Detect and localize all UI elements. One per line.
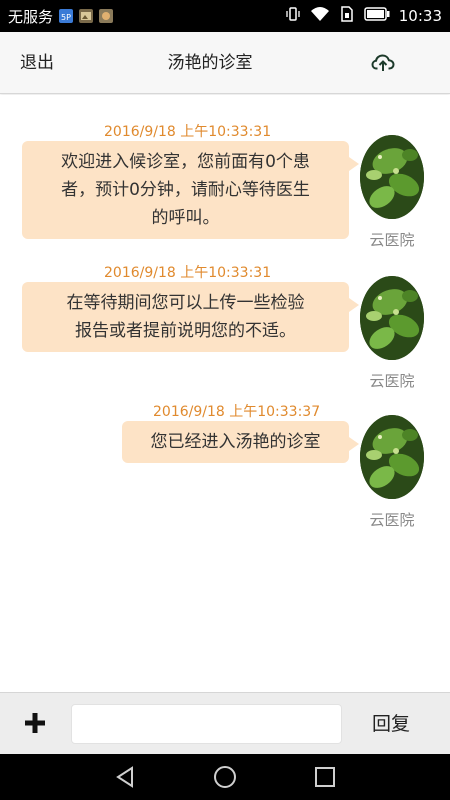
status-right: 10:33	[285, 6, 442, 26]
battery-icon	[364, 7, 390, 25]
avatar[interactable]	[360, 415, 424, 499]
message-line: 报告或者提前说明您的不适。	[75, 321, 296, 341]
image-notification-icon	[79, 9, 94, 23]
message-line: 您已经进入汤艳的诊室	[150, 432, 321, 452]
sim-icon	[339, 6, 355, 26]
message-timestamp: 2016/9/18 上午10:33:31	[104, 124, 272, 140]
navigation-bar	[0, 754, 450, 800]
message-bubble: 在等待期间您可以上传一些检验 报告或者提前说明您的不适。	[22, 282, 359, 352]
back-triangle-icon[interactable]	[113, 765, 137, 789]
status-bar: 无服务 5P 10:33	[0, 0, 450, 32]
message-timestamp: 2016/9/18 上午10:33:31	[104, 265, 272, 281]
header-bar: 退出 汤艳的诊室	[0, 32, 450, 94]
reply-button[interactable]: 回复	[372, 693, 410, 755]
chat-area[interactable]: 2016/9/18 上午10:33:31 欢迎进入候诊室，您前面有0个患 者，预…	[0, 95, 450, 692]
plus-icon[interactable]	[22, 710, 48, 736]
status-left: 无服务 5P	[8, 6, 114, 27]
recents-square-icon[interactable]	[313, 765, 337, 789]
message-bubble: 您已经进入汤艳的诊室	[122, 421, 359, 463]
cloud-upload-icon[interactable]	[371, 51, 395, 75]
5g-badge-icon: 5P	[59, 9, 74, 23]
message-timestamp: 2016/9/18 上午10:33:37	[153, 404, 321, 420]
avatar[interactable]	[360, 276, 424, 360]
message-line: 在等待期间您可以上传一些检验	[66, 293, 305, 313]
avatar[interactable]	[360, 135, 424, 219]
app-notification-icon	[99, 9, 114, 23]
wifi-icon	[310, 6, 330, 26]
home-circle-icon[interactable]	[213, 765, 237, 789]
input-bar: 回复	[0, 692, 450, 754]
status-time: 10:33	[398, 7, 442, 25]
message-line: 的呼叫。	[151, 208, 220, 228]
message-input[interactable]	[71, 704, 342, 744]
svg-text:5P: 5P	[61, 13, 71, 22]
sender-name: 云医院	[369, 231, 415, 249]
sender-name: 云医院	[369, 372, 415, 390]
message-bubble: 欢迎进入候诊室，您前面有0个患 者，预计0分钟，请耐心等待医生 的呼叫。	[22, 141, 359, 239]
sender-name: 云医院	[369, 511, 415, 529]
carrier-text: 无服务	[8, 7, 54, 26]
message-line: 者，预计0分钟，请耐心等待医生	[61, 180, 310, 200]
message-line: 欢迎进入候诊室，您前面有0个患	[61, 152, 310, 172]
vibrate-icon	[285, 6, 301, 26]
